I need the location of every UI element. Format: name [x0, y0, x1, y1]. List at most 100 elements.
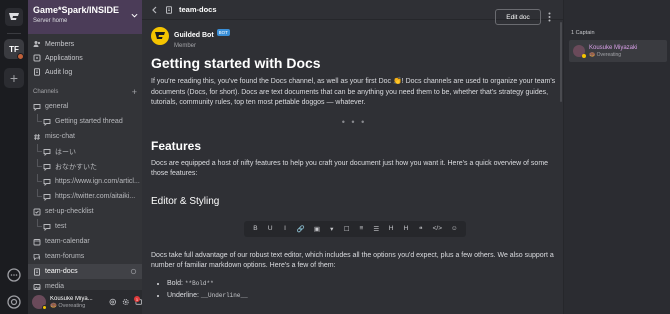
support-icon[interactable] [6, 294, 22, 310]
toolbar-button[interactable]: ☐ [344, 225, 350, 233]
members-icon [33, 41, 41, 47]
thread-connector [37, 219, 42, 227]
docs-icon [34, 267, 40, 276]
channel-item[interactable]: https://www.ign.com/articl... [28, 174, 142, 189]
channel-item[interactable]: はーい [28, 144, 142, 159]
channel-item[interactable]: team-docs [28, 264, 142, 279]
user-status-text: Overeating [58, 302, 86, 309]
toolbar-button[interactable]: ❝ [418, 225, 424, 233]
add-channel-icon[interactable]: + [132, 87, 137, 97]
list-item-label: Underline: [167, 291, 201, 299]
editor-paragraph: Docs take full advantage of our robust t… [151, 251, 554, 270]
sidebar-item-audit-log[interactable]: Audit log [28, 65, 142, 79]
channel-item[interactable]: おなかすいた [28, 159, 142, 174]
member-panel: 1 Captain Kousuke Miyazaki 🍩 Overeating [563, 0, 670, 314]
toolbar-button[interactable]: ▾ [329, 225, 335, 233]
channel-label: https://www.ign.com/articl... [55, 178, 140, 185]
channel-item[interactable]: team-forums [28, 249, 142, 264]
calendar-icon [33, 238, 41, 245]
channels-section-header[interactable]: Channels + [28, 85, 142, 99]
member-item[interactable]: Kousuke Miyazaki 🍩 Overeating [569, 40, 667, 62]
channel-label: media [45, 283, 65, 290]
list-item: Underline: __Underline__ [167, 290, 563, 302]
list-item-code: **Bold** [184, 279, 214, 287]
thread-icon [43, 193, 51, 201]
channel-title: team-docs [179, 5, 217, 14]
thread-icon [43, 163, 51, 171]
back-arrow-icon[interactable] [151, 6, 159, 14]
channel-label: https://twitter.com/aitaiki... [55, 193, 136, 200]
mention-icon[interactable] [109, 298, 117, 306]
thread-icon [43, 223, 51, 231]
avatar[interactable] [32, 295, 47, 310]
doc-divider: • • • [341, 116, 367, 127]
channel-item[interactable]: general [28, 99, 142, 114]
chevron-down-icon[interactable] [131, 12, 138, 19]
channel-item[interactable]: team-calendar [28, 234, 142, 249]
scrollbar[interactable] [560, 22, 562, 102]
main-content: team-docs Guilded Bot BOT Member Getting … [142, 0, 563, 314]
thread-connector [37, 189, 42, 197]
toolbar-button[interactable]: H [403, 225, 409, 232]
sidebar-nav: Members Applications Audit log [28, 37, 142, 79]
channel-item[interactable]: https://twitter.com/aitaiki... [28, 189, 142, 204]
notification-badge: 1 [134, 296, 140, 302]
audit-log-icon [34, 68, 40, 76]
status-dot [582, 54, 586, 58]
thread-connector [37, 144, 42, 152]
thread-icon [43, 118, 51, 126]
author-meta: Guilded Bot BOT Member [174, 24, 230, 49]
author-role: Member [174, 42, 197, 49]
channel-label: set-up-checklist [45, 208, 94, 215]
gear-icon[interactable] [130, 268, 137, 275]
toolbar-button[interactable]: </> [433, 225, 442, 232]
sidebar-item-label: Members [45, 40, 75, 48]
user-meta[interactable]: Kousuke Miya... 🍩 Overeating [50, 296, 104, 309]
toolbar-button[interactable]: ☺ [451, 225, 458, 232]
server-status-dot [17, 53, 24, 60]
user-bar: Kousuke Miya... 🍩 Overeating 1 [28, 290, 142, 314]
author-name[interactable]: Guilded Bot [174, 32, 214, 39]
chat-icon[interactable] [6, 267, 22, 283]
channel-label: test [55, 223, 67, 230]
server-header[interactable]: Game*Spark/INSIDE Server home [28, 0, 142, 34]
applications-icon [33, 54, 41, 62]
role-header: 1 Captain [571, 30, 595, 36]
app: TF + Game*Spark/INSIDE Server home Membe… [0, 0, 670, 314]
bot-avatar[interactable] [151, 27, 169, 45]
channel-item[interactable]: test [28, 219, 142, 234]
toolbar-button[interactable]: U [267, 225, 273, 232]
sidebar-item-members[interactable]: Members [28, 37, 142, 51]
toolbar-button[interactable]: H [388, 225, 394, 232]
channel-list: general Getting started thread misc-chat はー… [28, 99, 142, 294]
server-name: Game*Spark/INSIDE [33, 5, 120, 15]
toolbar-button[interactable]: ≡ [358, 225, 364, 232]
toolbar-button[interactable]: ▣ [314, 225, 320, 233]
docs-icon [166, 5, 172, 14]
channel-label: misc-chat [45, 133, 75, 140]
channel-item[interactable]: set-up-checklist [28, 204, 142, 219]
gear-icon[interactable] [122, 298, 130, 306]
toolbar-button[interactable]: 🔗 [297, 225, 305, 233]
channel-label: おなかすいた [55, 163, 97, 171]
channel-item[interactable]: misc-chat [28, 129, 142, 144]
features-paragraph: Docs are equipped a host of nifty featur… [151, 159, 549, 178]
list-item-label: Bold: [167, 279, 185, 287]
channel-label: はーい [55, 148, 76, 156]
edit-doc-button[interactable]: Edit doc [495, 9, 541, 25]
hash-icon [34, 133, 40, 140]
toolbar-button[interactable]: ☰ [373, 225, 379, 233]
member-status: 🍩 Overeating [589, 51, 622, 58]
sidebar-item-applications[interactable]: Applications [28, 51, 142, 65]
add-server-icon[interactable]: + [4, 68, 24, 88]
doc-title: Getting started with Docs [151, 55, 321, 71]
toolbar-button[interactable]: I [282, 225, 288, 232]
sidebar-item-label: Applications [45, 54, 83, 62]
guilded-logo-icon[interactable] [5, 8, 23, 26]
more-options-icon[interactable] [548, 12, 551, 22]
features-heading: Features [151, 138, 202, 153]
formatting-toolbar: B U I 🔗 ▣ ▾ ☐ ≡ ☰ H H ❝ </> ☺ [244, 220, 466, 237]
channel-item[interactable]: Getting started thread [28, 114, 142, 129]
toolbar-button[interactable]: B [252, 225, 258, 232]
editor-styling-heading: Editor & Styling [151, 195, 220, 207]
